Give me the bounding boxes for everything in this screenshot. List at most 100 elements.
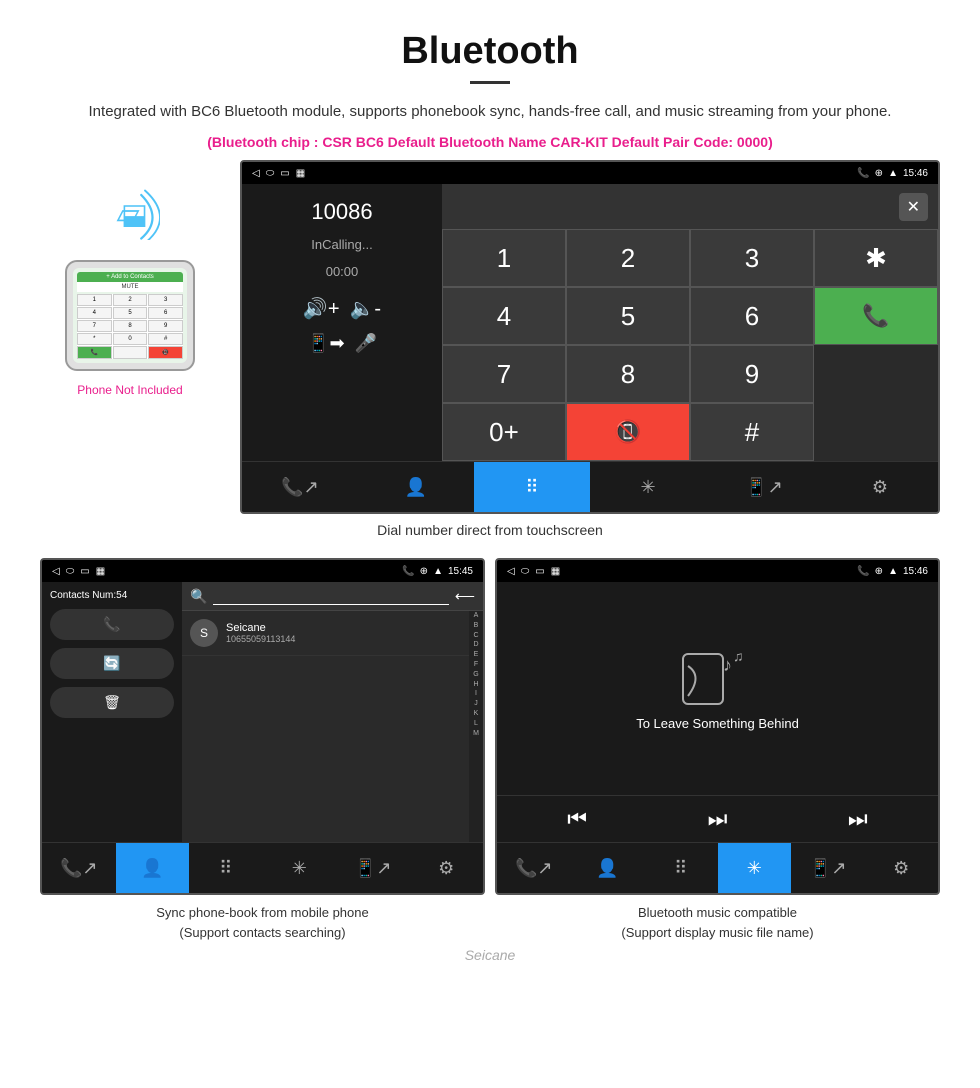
- phone-display: MUTE: [77, 282, 183, 292]
- numpad-8[interactable]: 8: [566, 345, 690, 403]
- music-home-icon: ⬭: [521, 566, 530, 577]
- music-caption-line1: Bluetooth music compatible: [638, 905, 797, 920]
- music-nav-dialpad[interactable]: ⠿: [644, 843, 718, 893]
- transfer-button[interactable]: 📱➡: [307, 333, 345, 354]
- phone-keypad: 1 2 3 4 5 6 7 8 9 * 0 # 📞 📵: [77, 294, 183, 359]
- contacts-nav-settings[interactable]: ⚙: [410, 843, 484, 893]
- phone-key-call: 📞: [77, 346, 112, 359]
- end-call-button[interactable]: 📵: [566, 403, 690, 461]
- contacts-nav-contacts[interactable]: 👤: [116, 843, 190, 893]
- call-icon: 📞: [857, 168, 869, 179]
- nav-transfer[interactable]: 📱↗: [706, 462, 822, 512]
- contact-avatar: S: [190, 619, 218, 647]
- contacts-status-bar: ◁ ⬭ ▭ ▦ 📞 ⊕ ▲ 15:45: [42, 560, 483, 582]
- numpad-4[interactable]: 4: [442, 287, 566, 345]
- contacts-recents-icon: ▭: [80, 566, 89, 577]
- contacts-status-time: 15:45: [448, 566, 473, 577]
- next-track-button[interactable]: ⏭: [848, 806, 868, 832]
- contacts-left-panel: Contacts Num:54 📞 🔄 🗑: [42, 582, 182, 842]
- sync-icon: 🔄: [103, 655, 120, 672]
- backspace-icon: ✕: [907, 199, 920, 216]
- music-nav-transfer[interactable]: 📱↗: [791, 843, 865, 893]
- call-action-button[interactable]: 📞: [50, 609, 174, 640]
- music-nav-contacts[interactable]: 👤: [571, 843, 645, 893]
- alpha-d: D: [473, 640, 478, 650]
- contacts-nav-dialpad[interactable]: ⠿: [189, 843, 263, 893]
- contact-name: Seicane: [226, 622, 295, 634]
- watermark: Seicane: [0, 947, 980, 965]
- nav-call-log[interactable]: 📞↗: [242, 462, 358, 512]
- phone-icon: 📞: [103, 616, 120, 633]
- numpad-0plus[interactable]: 0+: [442, 403, 566, 461]
- prev-track-button[interactable]: ⏮: [567, 806, 587, 832]
- delete-action-button[interactable]: 🗑: [50, 687, 174, 718]
- phone-key-3: 3: [148, 294, 183, 306]
- alpha-k: K: [474, 709, 479, 719]
- phone-key-0: 0: [113, 333, 148, 345]
- music-status-bar: ◁ ⬭ ▭ ▦ 📞 ⊕ ▲ 15:46: [497, 560, 938, 582]
- phone-key-8: 8: [113, 320, 148, 332]
- search-icon: 🔍: [190, 588, 207, 605]
- call-button[interactable]: 📞: [814, 287, 938, 345]
- music-nav-bluetooth[interactable]: ✳: [718, 843, 792, 893]
- music-main-area: ♪ ♫ To Leave Something Behind: [497, 582, 938, 795]
- numpad-hash[interactable]: #: [690, 403, 814, 461]
- alpha-list: A B C D E F G H I J K L M: [469, 611, 483, 842]
- wifi-icon: ▲: [888, 168, 898, 179]
- mute-button[interactable]: 🎤: [355, 333, 377, 354]
- music-bottom-nav: 📞↗ 👤 ⠿ ✳ 📱↗ ⚙: [497, 842, 938, 893]
- call-info-panel: 10086 InCalling... 00:00 🔊+ 🔈- 📱➡ 🎤: [242, 184, 442, 461]
- music-nav-calls[interactable]: 📞↗: [497, 843, 571, 893]
- volume-controls: 🔊+ 🔈-: [252, 296, 432, 321]
- contacts-count: Contacts Num:54: [50, 590, 174, 601]
- location-icon: ⊕: [875, 168, 883, 179]
- phone-key-end: 📵: [148, 346, 183, 359]
- search-input[interactable]: [213, 587, 448, 605]
- music-screen-wrap: ◁ ⬭ ▭ ▦ 📞 ⊕ ▲ 15:46: [495, 558, 940, 942]
- main-bottom-nav: 📞↗ 👤 ⠿ ✳ 📱↗ ⚙: [242, 461, 938, 512]
- music-status-left: ◁ ⬭ ▭ ▦: [507, 566, 560, 577]
- watermark-text: Seicane: [465, 947, 516, 963]
- vol-down-button[interactable]: 🔈-: [350, 296, 382, 321]
- alpha-a: A: [474, 611, 479, 621]
- backspace-button[interactable]: ✕: [899, 193, 928, 221]
- music-controls: ⏮ ⏭ ⏭: [497, 795, 938, 842]
- music-nav-settings[interactable]: ⚙: [865, 843, 939, 893]
- numpad-grid: 1 2 3 ✱ 4 5 6 📞 7 8 9 0+ 📵 #: [442, 229, 938, 461]
- sync-action-button[interactable]: 🔄: [50, 648, 174, 679]
- nav-contacts[interactable]: 👤: [358, 462, 474, 512]
- contact-item[interactable]: S Seicane 10655059113144: [182, 611, 469, 656]
- svg-text:♪: ♪: [723, 655, 732, 675]
- delete-icon: 🗑: [103, 694, 121, 711]
- phone-key-hash: #: [148, 333, 183, 345]
- numpad-7[interactable]: 7: [442, 345, 566, 403]
- alpha-h: H: [473, 680, 478, 690]
- music-location-icon: ⊕: [875, 566, 883, 577]
- numpad-9[interactable]: 9: [690, 345, 814, 403]
- contacts-nav-bluetooth[interactable]: ✳: [263, 843, 337, 893]
- main-screen-section: ⬓ ▱ + Add to Contacts MUTE 1 2 3 4 5 6 7…: [0, 160, 980, 514]
- phone-mockup: + Add to Contacts MUTE 1 2 3 4 5 6 7 8 9…: [65, 260, 195, 371]
- numpad-3[interactable]: 3: [690, 229, 814, 287]
- alpha-i: I: [475, 689, 477, 699]
- contacts-nav-transfer[interactable]: 📱↗: [336, 843, 410, 893]
- call-timer: 00:00: [252, 264, 432, 279]
- nav-settings[interactable]: ⚙: [822, 462, 938, 512]
- alpha-c: C: [473, 631, 478, 641]
- dial-content: 10086 InCalling... 00:00 🔊+ 🔈- 📱➡ 🎤 ✕: [242, 184, 938, 461]
- alpha-l: L: [474, 719, 478, 729]
- numpad-star[interactable]: ✱: [814, 229, 938, 287]
- play-pause-button[interactable]: ⏭: [708, 806, 728, 832]
- numpad-1[interactable]: 1: [442, 229, 566, 287]
- numpad-2[interactable]: 2: [566, 229, 690, 287]
- nav-bluetooth[interactable]: ✳: [590, 462, 706, 512]
- contacts-location-icon: ⊕: [420, 566, 428, 577]
- numpad-5[interactable]: 5: [566, 287, 690, 345]
- numpad-6[interactable]: 6: [690, 287, 814, 345]
- contacts-nav-calls[interactable]: 📞↗: [42, 843, 116, 893]
- nav-dialpad[interactable]: ⠿: [474, 462, 590, 512]
- phone-key-empty: [113, 346, 148, 359]
- action-buttons: 📱➡ 🎤: [252, 333, 432, 354]
- alpha-f: F: [474, 660, 478, 670]
- vol-up-button[interactable]: 🔊+: [303, 296, 340, 321]
